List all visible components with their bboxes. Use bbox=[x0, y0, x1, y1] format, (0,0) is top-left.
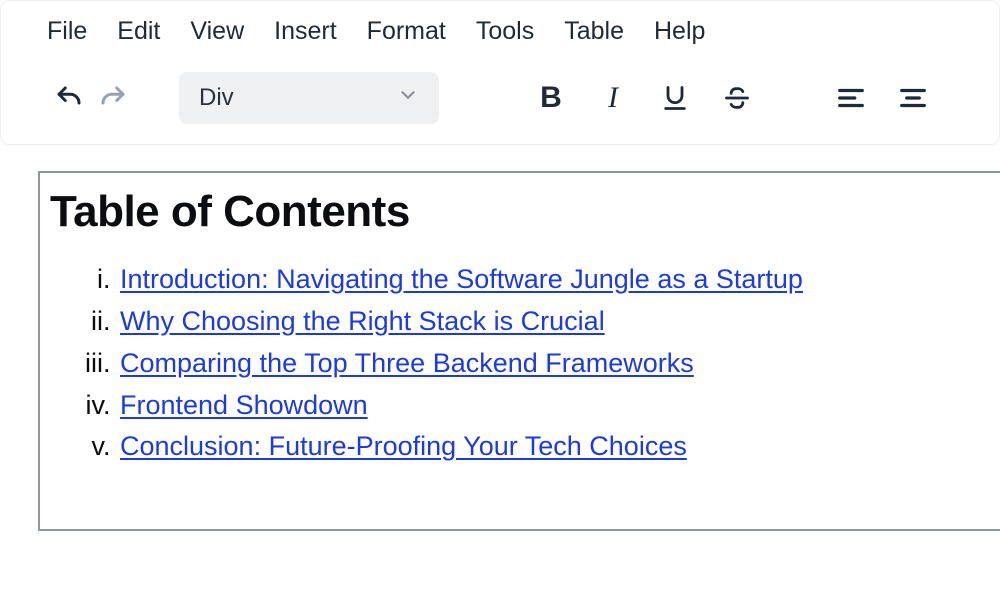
toc-link-1[interactable]: Introduction: Navigating the Software Ju… bbox=[120, 264, 803, 294]
toolbar: Div B I bbox=[1, 62, 999, 144]
menu-format[interactable]: Format bbox=[367, 17, 446, 46]
chevron-down-icon bbox=[397, 84, 419, 113]
list-item: Why Choosing the Right Stack is Crucial bbox=[118, 301, 980, 343]
block-format-value: Div bbox=[199, 84, 234, 112]
align-group bbox=[831, 78, 933, 118]
menu-help[interactable]: Help bbox=[654, 17, 705, 46]
editor-window: File Edit View Insert Format Tools Table… bbox=[0, 0, 1000, 145]
toc-heading: Table of Contents bbox=[50, 187, 980, 237]
list-item: Frontend Showdown bbox=[118, 385, 980, 427]
menu-insert[interactable]: Insert bbox=[274, 17, 337, 46]
underline-button[interactable] bbox=[655, 78, 695, 118]
align-center-icon bbox=[898, 83, 928, 113]
list-item: Conclusion: Future-Proofing Your Tech Ch… bbox=[118, 426, 980, 468]
menu-file[interactable]: File bbox=[47, 17, 87, 46]
text-style-group: B I bbox=[531, 78, 757, 118]
document-area: Table of Contents Introduction: Navigati… bbox=[0, 145, 1000, 531]
bold-button[interactable]: B bbox=[531, 78, 571, 118]
list-item: Comparing the Top Three Backend Framewor… bbox=[118, 343, 980, 385]
menu-table[interactable]: Table bbox=[564, 17, 624, 46]
undo-button[interactable] bbox=[47, 76, 91, 120]
menu-edit[interactable]: Edit bbox=[117, 17, 160, 46]
menu-view[interactable]: View bbox=[190, 17, 244, 46]
align-left-icon bbox=[836, 83, 866, 113]
underline-icon bbox=[661, 84, 689, 112]
toc-link-3[interactable]: Comparing the Top Three Backend Framewor… bbox=[120, 348, 694, 378]
strikethrough-icon bbox=[723, 84, 751, 112]
redo-icon bbox=[98, 83, 128, 113]
align-center-button[interactable] bbox=[893, 78, 933, 118]
italic-button[interactable]: I bbox=[593, 78, 633, 118]
menubar: File Edit View Insert Format Tools Table… bbox=[1, 1, 999, 62]
align-left-button[interactable] bbox=[831, 78, 871, 118]
redo-button[interactable] bbox=[91, 76, 135, 120]
toc-link-2[interactable]: Why Choosing the Right Stack is Crucial bbox=[120, 306, 605, 336]
list-item: Introduction: Navigating the Software Ju… bbox=[118, 259, 980, 301]
toc-link-5[interactable]: Conclusion: Future-Proofing Your Tech Ch… bbox=[120, 431, 687, 461]
toc-list: Introduction: Navigating the Software Ju… bbox=[50, 259, 980, 468]
document-body[interactable]: Table of Contents Introduction: Navigati… bbox=[38, 171, 1000, 531]
menu-tools[interactable]: Tools bbox=[476, 17, 534, 46]
toc-link-4[interactable]: Frontend Showdown bbox=[120, 390, 368, 420]
strikethrough-button[interactable] bbox=[717, 78, 757, 118]
undo-icon bbox=[54, 83, 84, 113]
block-format-select[interactable]: Div bbox=[179, 72, 439, 124]
